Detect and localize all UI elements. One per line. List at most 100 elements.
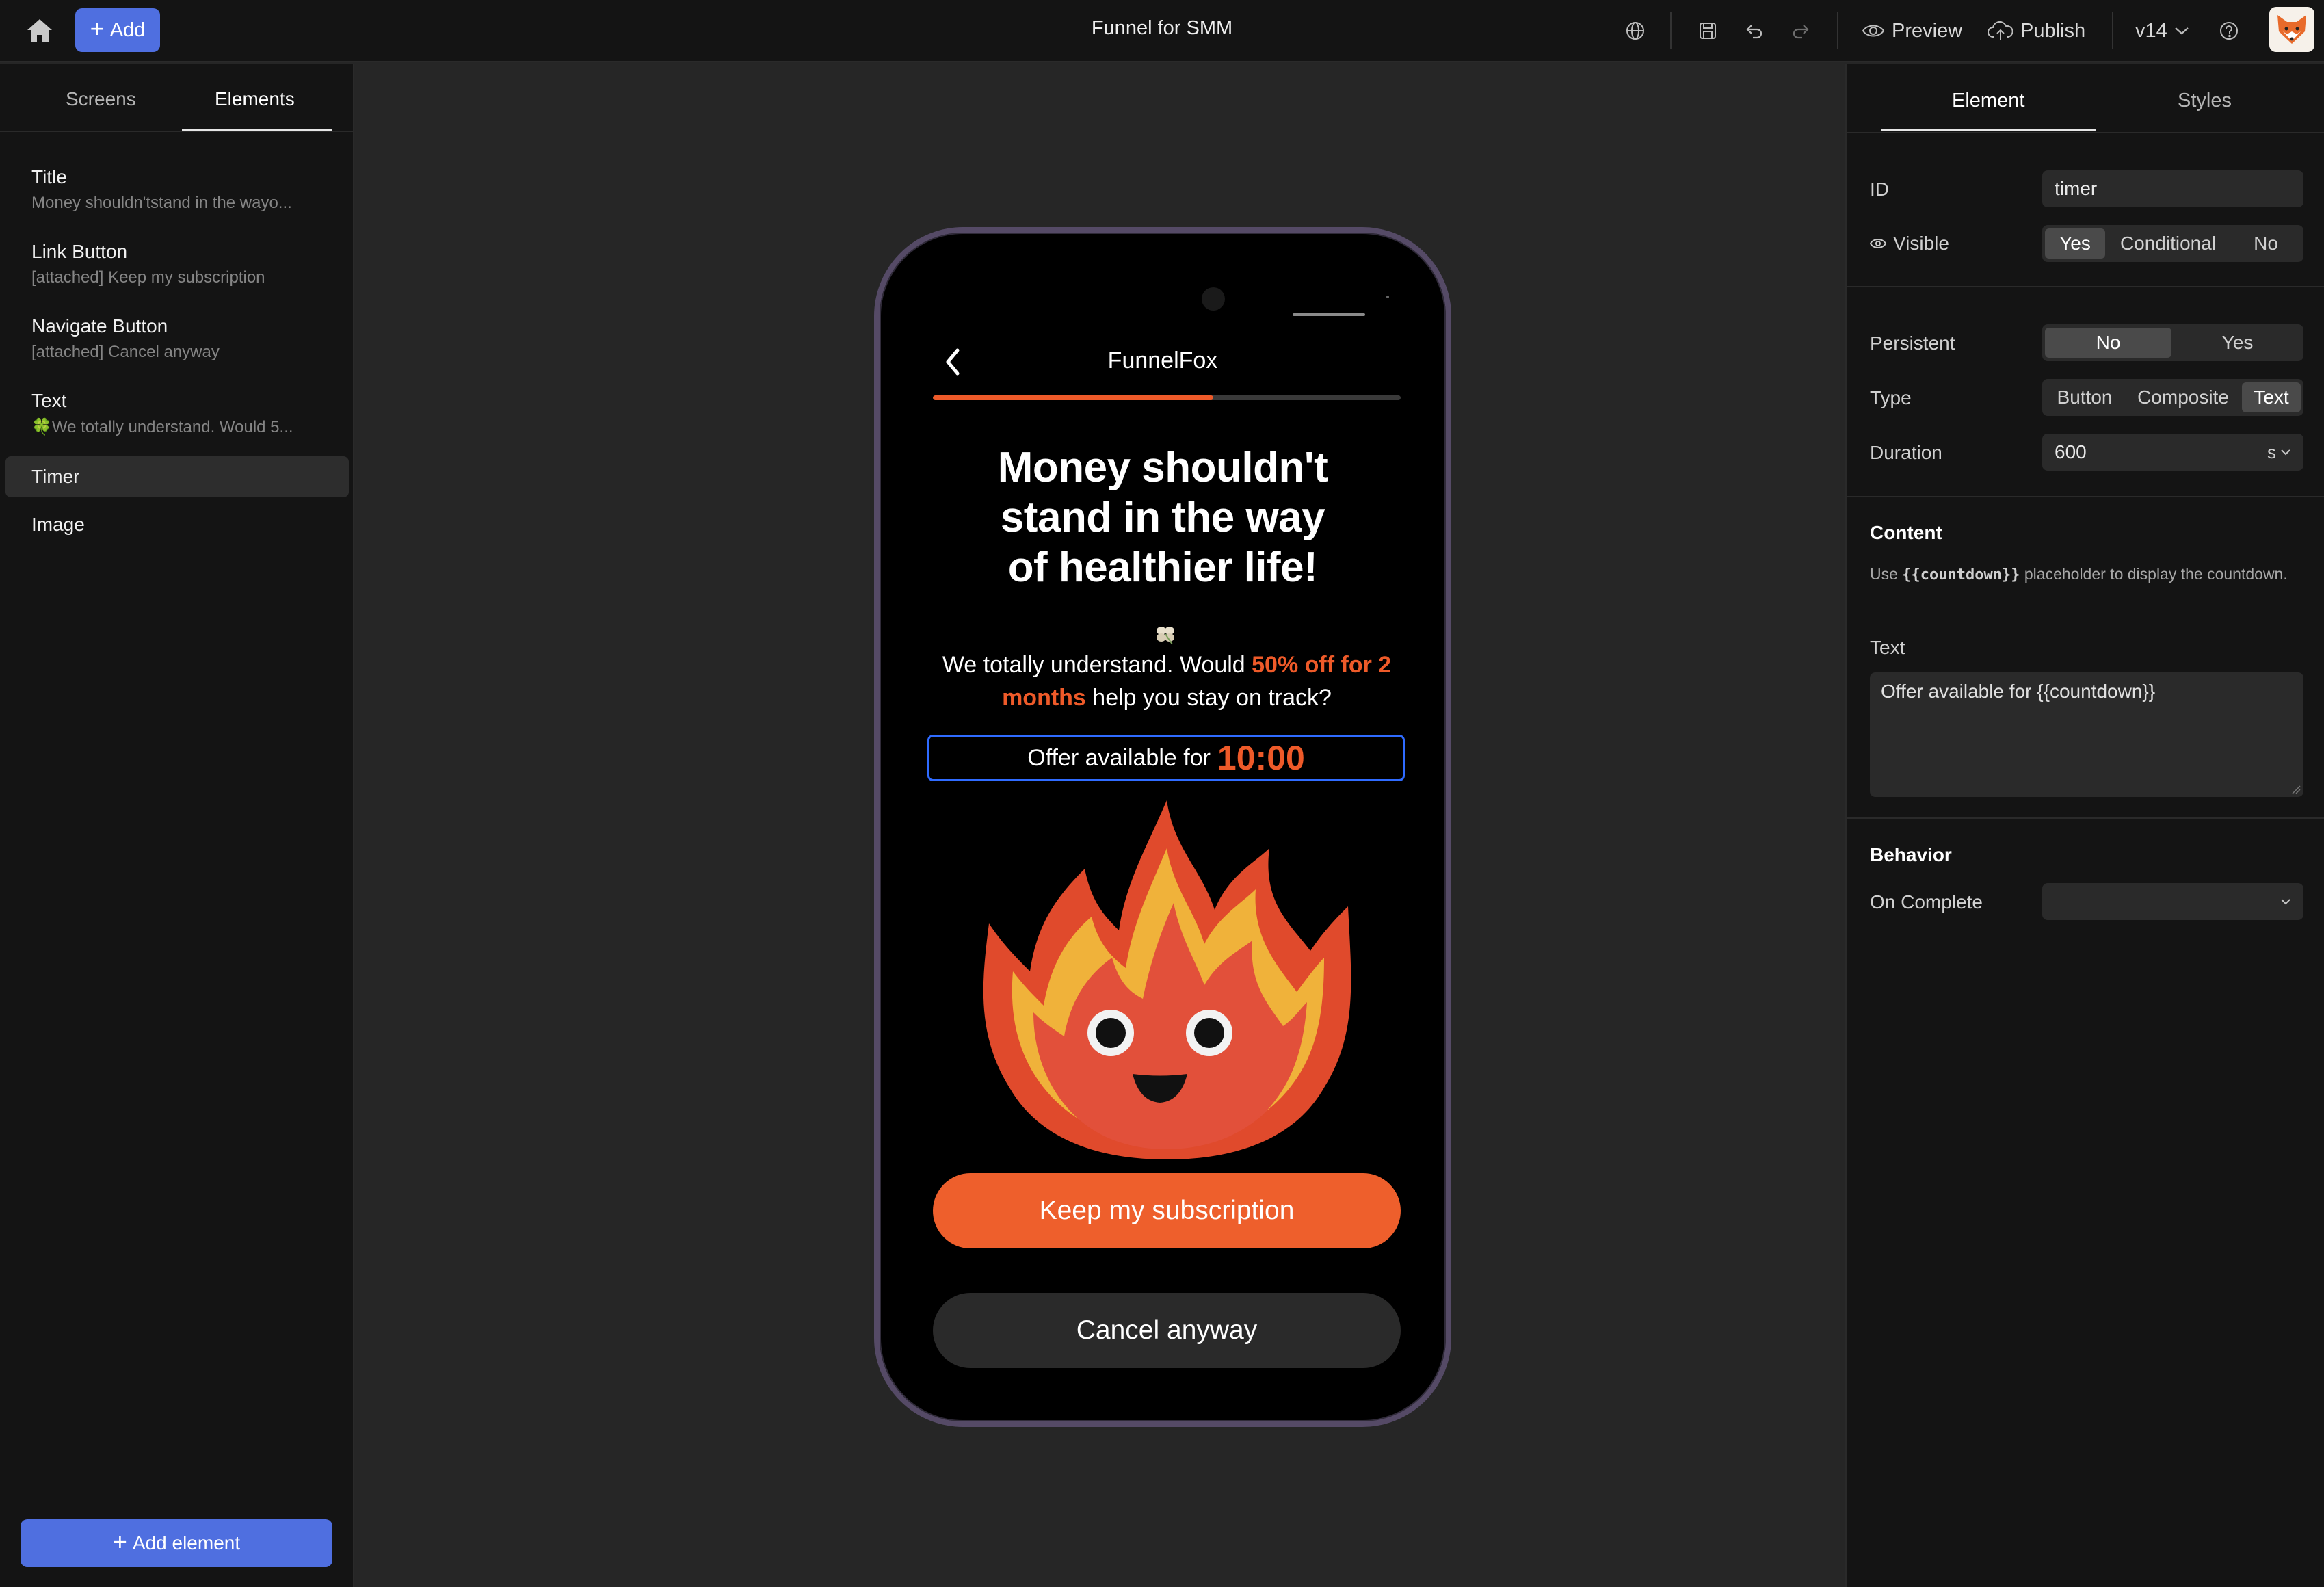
help-button[interactable] <box>2213 15 2245 47</box>
divider <box>1847 817 2324 819</box>
behavior-heading: Behavior <box>1870 844 1952 865</box>
text-label: Text <box>1870 637 1905 658</box>
chevron-down-icon <box>2175 27 2189 35</box>
help-text-start: Use <box>1870 565 1903 583</box>
eye-icon <box>1870 239 1886 248</box>
element-item-title[interactable]: Title Money shouldn'tstand in the wayo..… <box>5 166 349 213</box>
element-item-navigate-button[interactable]: Navigate Button [attached] Cancel anyway <box>5 315 349 362</box>
element-item-preview: [attached] Keep my subscription <box>31 268 265 287</box>
funnel-body-text: We totally understand. Would 50% off for… <box>934 648 1399 714</box>
type-option-text[interactable]: Text <box>2242 382 2301 412</box>
visible-option-conditional[interactable]: Conditional <box>2108 228 2228 259</box>
headline-line: of healthier life! <box>1007 544 1318 591</box>
status-indicator <box>1293 313 1365 316</box>
type-option-button[interactable]: Button <box>2045 382 2124 412</box>
toolbar-divider <box>2112 12 2113 49</box>
dropdown-toggle <box>2280 883 2291 920</box>
tab-styles[interactable]: Styles <box>2178 90 2232 112</box>
id-field[interactable]: timer <box>2042 170 2303 207</box>
element-item-preview: Money shouldn'tstand in the wayo... <box>31 194 292 212</box>
redo-button[interactable] <box>1785 15 1817 47</box>
divider <box>1847 132 2324 133</box>
tab-elements[interactable]: Elements <box>215 88 295 110</box>
tab-screens[interactable]: Screens <box>66 88 136 110</box>
headline-line: stand in the way <box>1000 494 1325 541</box>
persistent-option-yes[interactable]: Yes <box>2174 328 2301 358</box>
fox-icon <box>2277 15 2306 44</box>
visible-toggle: Yes Conditional No <box>2042 225 2303 262</box>
element-item-label: Navigate Button <box>31 315 168 337</box>
publish-button[interactable]: Publish <box>1988 15 2085 47</box>
timer-element[interactable]: Offer available for 10:00 <box>927 735 1405 781</box>
persistent-option-no[interactable]: No <box>2045 328 2171 358</box>
globe-icon <box>1626 22 1644 40</box>
type-toggle: Button Composite Text <box>2042 379 2303 416</box>
plus-icon: + <box>90 14 105 42</box>
content-heading: Content <box>1870 522 1942 543</box>
text-field[interactable]: Offer available for {{countdown}} <box>1870 672 2303 797</box>
undo-button[interactable] <box>1739 15 1770 47</box>
language-button[interactable] <box>1620 15 1651 47</box>
element-item-link-button[interactable]: Link Button [attached] Keep my subscript… <box>5 241 349 287</box>
add-element-button[interactable]: + Add element <box>21 1519 332 1567</box>
active-tab-indicator <box>182 129 332 131</box>
on-complete-dropdown[interactable] <box>2042 883 2303 920</box>
left-panel-tabs: Screens Elements <box>0 64 353 132</box>
visible-option-yes[interactable]: Yes <box>2045 228 2105 259</box>
chevron-down-icon <box>2281 449 2290 456</box>
countdown-placeholder: {{countdown}} <box>1902 566 2020 583</box>
element-item-preview: 🍀We totally understand. Would 5... <box>31 418 293 436</box>
element-item-timer[interactable]: Timer <box>5 456 349 497</box>
preview-button[interactable]: Preview <box>1862 15 1962 47</box>
avatar[interactable] <box>2269 7 2314 52</box>
body-text-start: We totally understand. Would <box>942 652 1252 678</box>
cancel-anyway-button[interactable]: Cancel anyway <box>933 1293 1401 1368</box>
visible-option-no[interactable]: No <box>2231 228 2301 259</box>
content-help-text: Use {{countdown}} placeholder to display… <box>1870 562 2294 588</box>
app-root: + Add Funnel for SMM Preview Publish v14… <box>0 0 2324 1587</box>
visible-label-row: Visible <box>1870 233 1949 254</box>
element-item-text[interactable]: Text 🍀We totally understand. Would 5... <box>5 390 349 437</box>
undo-icon <box>1746 25 1762 39</box>
version-dropdown[interactable]: v14 <box>2135 15 2189 47</box>
add-button[interactable]: + Add <box>75 8 160 52</box>
home-button[interactable] <box>23 15 56 47</box>
duration-field[interactable]: 600 s <box>2042 434 2303 471</box>
home-icon <box>27 19 52 42</box>
toolbar-divider <box>1670 12 1672 49</box>
type-label: Type <box>1870 387 1912 408</box>
publish-label: Publish <box>2020 19 2086 42</box>
top-bar: + Add Funnel for SMM Preview Publish v14 <box>0 0 2324 62</box>
divider <box>1847 496 2324 497</box>
preview-label: Preview <box>1892 19 1963 42</box>
body-text-end: help you stay on track? <box>1085 685 1332 711</box>
timer-countdown: 10:00 <box>1217 739 1305 777</box>
duration-unit: s <box>2267 441 2276 462</box>
timer-label: Offer available for <box>1027 744 1211 771</box>
tab-element[interactable]: Element <box>1952 90 2024 112</box>
progress-bar <box>933 395 1401 400</box>
phone-camera <box>1202 287 1225 311</box>
progress-bar-fill <box>933 395 1214 400</box>
help-icon <box>2220 22 2238 40</box>
duration-unit-dropdown[interactable]: s <box>2267 434 2291 471</box>
resize-handle-icon[interactable] <box>2291 785 2301 794</box>
eye-icon <box>1862 25 1885 37</box>
phone-preview: FunnelFox Money shouldn't stand in the w… <box>874 227 1451 1427</box>
clover-icon <box>1157 627 1174 645</box>
visible-label: Visible <box>1893 233 1949 254</box>
save-icon <box>1700 23 1716 39</box>
flame-mascot-image <box>983 800 1351 1159</box>
save-button[interactable] <box>1692 15 1724 47</box>
persistent-label: Persistent <box>1870 332 1955 354</box>
element-item-label: Link Button <box>31 241 128 262</box>
keep-subscription-button[interactable]: Keep my subscription <box>933 1173 1401 1248</box>
chevron-down-icon <box>2281 899 2290 905</box>
add-button-label: Add <box>109 18 146 41</box>
active-tab-indicator <box>1881 129 2096 131</box>
element-item-preview: [attached] Cancel anyway <box>31 343 220 361</box>
status-dot <box>1386 296 1389 298</box>
type-option-composite[interactable]: Composite <box>2127 382 2239 412</box>
element-item-image[interactable]: Image <box>5 514 349 536</box>
headline-line: Money shouldn't <box>997 444 1328 491</box>
